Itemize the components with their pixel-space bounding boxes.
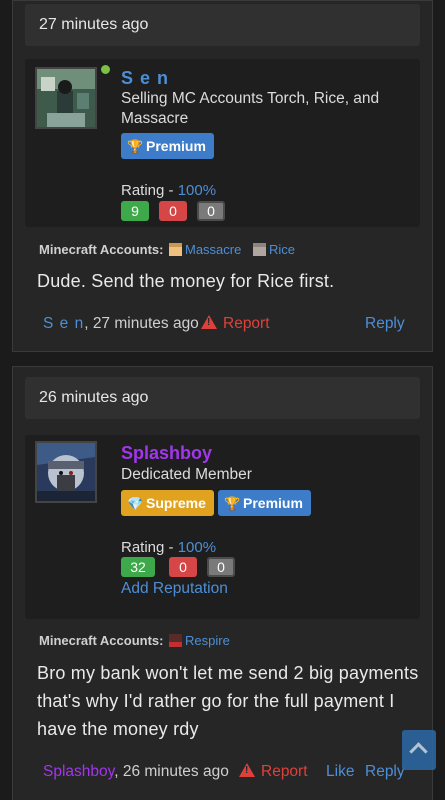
post-time-link[interactable]: , 26 minutes ago [114,763,229,780]
rating-positive[interactable]: 32 [121,557,155,577]
rating-negative[interactable]: 0 [159,201,187,221]
minecraft-accounts-label: Minecraft Accounts: [39,633,164,648]
premium-badge: 🏆 Premium [218,490,311,516]
post-footer-meta: S e n, 27 minutes ago [43,315,199,333]
report-button[interactable]: Report [201,315,270,333]
trophy-icon: 🏆 [127,139,144,154]
rating-neutral[interactable]: 0 [197,201,225,221]
player-head-icon [169,243,182,256]
rating-label: Rating - 100% [121,539,217,556]
report-button[interactable]: Report [239,763,308,781]
username[interactable]: S e n [121,68,169,89]
minecraft-account-link[interactable]: Rice [253,242,295,257]
post-message: Dude. Send the money for Rice first. [37,271,335,291]
trophy-icon: 🏆 [224,496,241,511]
avatar[interactable] [35,67,97,129]
post: 27 minutes ago S e n Selling MC Accounts… [12,0,433,352]
warning-icon [239,763,255,777]
author-link[interactable]: S e n [43,315,84,332]
post-header: 27 minutes ago [25,4,420,46]
post-timestamp: 27 minutes ago [39,16,149,33]
rating-neutral[interactable]: 0 [207,557,235,577]
rating-percent: 100% [177,182,217,199]
minecraft-account-link[interactable]: Massacre [169,242,241,257]
warning-icon [201,315,217,329]
supreme-badge: 💎 Supreme [121,490,214,516]
scroll-to-top-button[interactable] [402,730,436,770]
user-title: Selling MC Accounts Torch, Rice, and Mas… [121,90,380,127]
post-footer-meta: Splashboy, 26 minutes ago [43,763,229,781]
rating-percent: 100% [177,539,217,556]
premium-badge: 🏆 Premium [121,133,214,159]
post-timestamp: 26 minutes ago [39,389,149,406]
rating-label: Rating - 100% [121,182,217,199]
diamond-icon: 💎 [127,496,144,511]
avatar[interactable] [35,441,97,503]
rating-negative[interactable]: 0 [169,557,197,577]
rating-positive[interactable]: 9 [121,201,149,221]
player-head-icon [169,634,182,647]
online-indicator [100,64,111,75]
user-title: Dedicated Member [121,466,252,483]
username[interactable]: Splashboy [121,443,212,464]
minecraft-accounts-label: Minecraft Accounts: [39,242,164,257]
reply-button[interactable]: Reply [365,763,405,781]
post-time-link[interactable]: , 27 minutes ago [84,315,199,332]
user-info-box: Splashboy Dedicated Member 💎 Supreme 🏆 Pre… [25,435,420,619]
reply-button[interactable]: Reply [365,315,405,333]
user-info-box: S e n Selling MC Accounts Torch, Rice, a… [25,59,420,227]
minecraft-account-link[interactable]: Respire [169,633,230,648]
like-button[interactable]: Like [326,763,354,781]
post: 26 minutes ago Splashboy Dedicated Membe… [12,366,433,800]
add-reputation-link[interactable]: Add Reputation [121,580,228,598]
author-link[interactable]: Splashboy [43,763,114,780]
post-message: Bro my bank won't let me send 2 big paym… [37,663,419,739]
post-header: 26 minutes ago [25,377,420,419]
player-head-icon [253,243,266,256]
